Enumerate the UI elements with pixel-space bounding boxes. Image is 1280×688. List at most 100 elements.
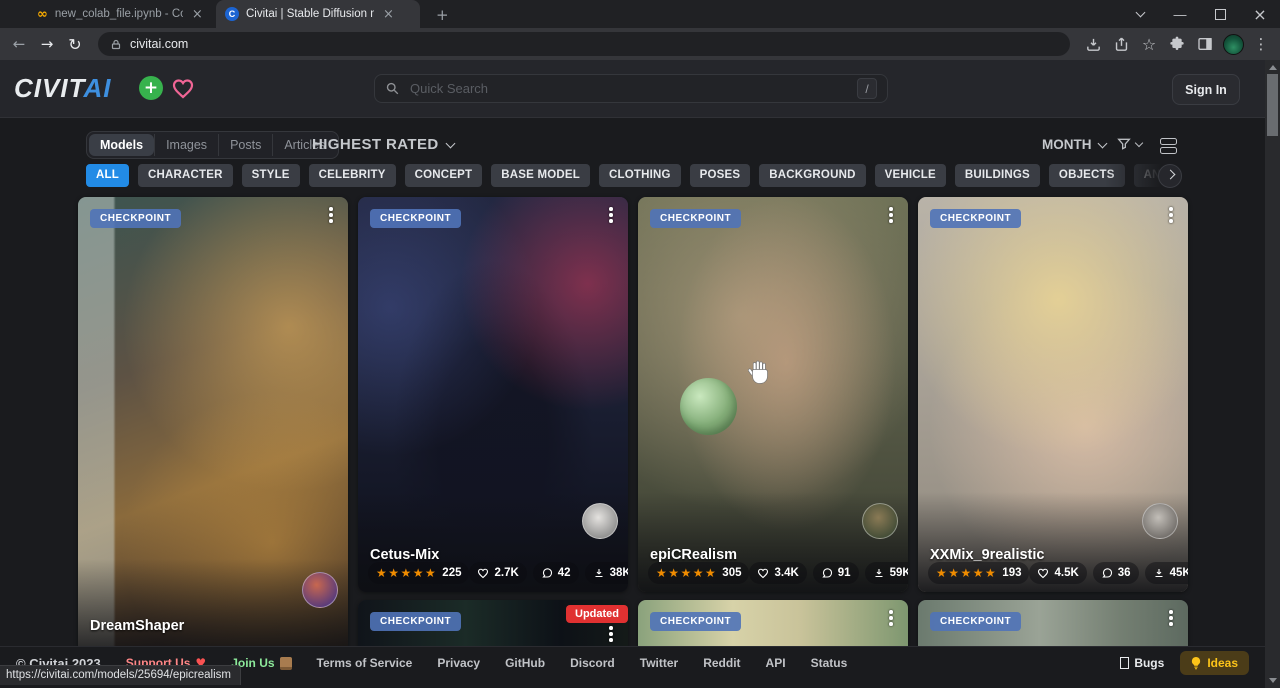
chip-style[interactable]: STYLE <box>242 164 300 187</box>
creator-avatar[interactable] <box>862 503 898 539</box>
sort-dropdown[interactable]: HIGHEST RATED <box>312 136 454 153</box>
maximize-button[interactable] <box>1200 0 1240 28</box>
rating-count: 193 <box>1002 567 1021 579</box>
model-card-xxmix[interactable]: CHECKPOINT XXMix_9realistic ★★★★★ 193 4.… <box>918 197 1188 592</box>
creator-avatar[interactable] <box>1142 503 1178 539</box>
period-dropdown[interactable]: MONTH <box>1042 137 1106 152</box>
period-label: MONTH <box>1042 137 1092 152</box>
close-window-button[interactable]: × <box>1240 0 1280 28</box>
page-scrollbar[interactable] <box>1265 60 1280 688</box>
download-page-icon[interactable] <box>1080 31 1106 57</box>
tab-title: new_colab_file.ipynb - Colaborat <box>55 8 183 20</box>
footer-link-status[interactable]: Status <box>811 656 848 670</box>
chips-scroll-right-button[interactable] <box>1158 164 1182 188</box>
tab-images[interactable]: Images <box>154 134 218 156</box>
downloads-count: 45K <box>1170 567 1188 579</box>
hand-cursor <box>748 360 772 391</box>
chevron-right-icon <box>1165 170 1175 180</box>
filter-dropdown[interactable] <box>1116 136 1142 152</box>
creator-avatar[interactable] <box>582 503 618 539</box>
new-tab-button[interactable]: + <box>430 2 455 28</box>
scroll-up-arrow[interactable] <box>1269 65 1277 70</box>
rating-count: 225 <box>442 567 461 579</box>
model-card-epicrealism[interactable]: CHECKPOINT epiCRealism ★★★★★ 305 3.4K 91 <box>638 197 908 592</box>
bugs-label: Bugs <box>1134 656 1164 670</box>
card-menu-icon[interactable] <box>884 610 898 626</box>
forward-button[interactable]: → <box>34 31 60 57</box>
card-menu-icon[interactable] <box>604 626 618 642</box>
chip-concept[interactable]: CONCEPT <box>405 164 483 187</box>
bugs-button[interactable]: Bugs <box>1120 656 1164 670</box>
chip-buildings[interactable]: BUILDINGS <box>955 164 1040 187</box>
quick-search-bar[interactable]: / <box>374 74 888 103</box>
chip-background[interactable]: BACKGROUND <box>759 164 865 187</box>
footer-link-github[interactable]: GitHub <box>505 656 545 670</box>
footer-link-api[interactable]: API <box>766 656 786 670</box>
model-title: Cetus-Mix <box>370 547 439 563</box>
bubblegum-shape <box>680 378 737 435</box>
model-stats: ★★★★★ 193 4.5K 36 45K <box>928 562 1178 584</box>
card-menu-icon[interactable] <box>604 207 618 223</box>
civitai-logo[interactable]: CIVITAI <box>14 73 112 104</box>
side-panel-icon[interactable] <box>1192 31 1218 57</box>
support-heart-button[interactable] <box>171 76 195 100</box>
upload-plus-button[interactable]: + <box>139 76 163 100</box>
footer-link-reddit[interactable]: Reddit <box>703 656 740 670</box>
chip-clothing[interactable]: CLOTHING <box>599 164 681 187</box>
browser-menu-icon[interactable]: ⋮ <box>1248 31 1274 57</box>
footer-link-terms[interactable]: Terms of Service <box>317 656 413 670</box>
model-stats: ★★★★★ 305 3.4K 91 59K <box>648 562 898 584</box>
downloads-pill: 59K <box>865 562 908 584</box>
card-menu-icon[interactable] <box>884 207 898 223</box>
footer-link-discord[interactable]: Discord <box>570 656 615 670</box>
download-icon <box>1153 567 1165 579</box>
bug-icon <box>1120 657 1129 669</box>
card-menu-icon[interactable] <box>1164 610 1178 626</box>
back-button[interactable]: ← <box>6 31 32 57</box>
scroll-down-arrow[interactable] <box>1269 678 1277 683</box>
chip-character[interactable]: CHARACTER <box>138 164 233 187</box>
tab-posts[interactable]: Posts <box>218 134 272 156</box>
bookmark-star-icon[interactable]: ☆ <box>1136 31 1162 57</box>
window-controls: — × <box>1120 0 1280 28</box>
ideas-button[interactable]: Ideas <box>1180 651 1249 675</box>
search-input[interactable] <box>408 80 849 97</box>
likes-pill: 3.4K <box>749 562 806 584</box>
tab-search-icon[interactable] <box>1120 0 1160 28</box>
chip-celebrity[interactable]: CELEBRITY <box>309 164 396 187</box>
model-card-dreamshaper[interactable]: CHECKPOINT DreamShaper <box>78 197 348 659</box>
likes-count: 2.7K <box>494 567 518 579</box>
reload-button[interactable]: ↻ <box>62 31 88 57</box>
card-menu-icon[interactable] <box>324 207 338 223</box>
search-shortcut-key: / <box>857 78 877 99</box>
chip-poses[interactable]: POSES <box>690 164 751 187</box>
chevron-down-icon <box>445 138 455 148</box>
address-bar[interactable]: civitai.com <box>98 32 1070 56</box>
tab-colab[interactable]: ∞ new_colab_file.ipynb - Colaborat × <box>28 0 216 28</box>
share-icon[interactable] <box>1108 31 1134 57</box>
model-type-badge: CHECKPOINT <box>370 209 461 228</box>
tab-models[interactable]: Models <box>89 134 154 156</box>
tab-close-icon[interactable]: × <box>381 7 396 22</box>
minimize-button[interactable]: — <box>1160 0 1200 28</box>
chip-all[interactable]: ALL <box>86 164 129 187</box>
layout-toggle-icon[interactable] <box>1160 138 1177 156</box>
scrollbar-thumb[interactable] <box>1267 74 1278 136</box>
comments-count: 91 <box>838 567 851 579</box>
model-card-cetus-mix[interactable]: CHECKPOINT Cetus-Mix ★★★★★ 225 2.7K 42 <box>358 197 628 592</box>
footer-link-privacy[interactable]: Privacy <box>437 656 480 670</box>
tab-close-icon[interactable]: × <box>190 7 205 22</box>
footer-link-twitter[interactable]: Twitter <box>640 656 678 670</box>
tab-civitai[interactable]: C Civitai | Stable Diffusion models, × <box>216 0 420 28</box>
chip-vehicle[interactable]: VEHICLE <box>875 164 946 187</box>
browser-window: CHECKPOINT Updated CHECKPOINT CHECKPOINT… <box>0 0 1280 688</box>
model-title: DreamShaper <box>90 618 184 634</box>
sign-in-button[interactable]: Sign In <box>1172 74 1240 105</box>
briefcase-icon <box>280 657 292 670</box>
extensions-icon[interactable] <box>1164 31 1190 57</box>
card-menu-icon[interactable] <box>1164 207 1178 223</box>
chip-base-model[interactable]: BASE MODEL <box>491 164 590 187</box>
profile-avatar[interactable] <box>1220 31 1246 57</box>
model-title: epiCRealism <box>650 547 737 563</box>
creator-avatar[interactable] <box>302 572 338 608</box>
